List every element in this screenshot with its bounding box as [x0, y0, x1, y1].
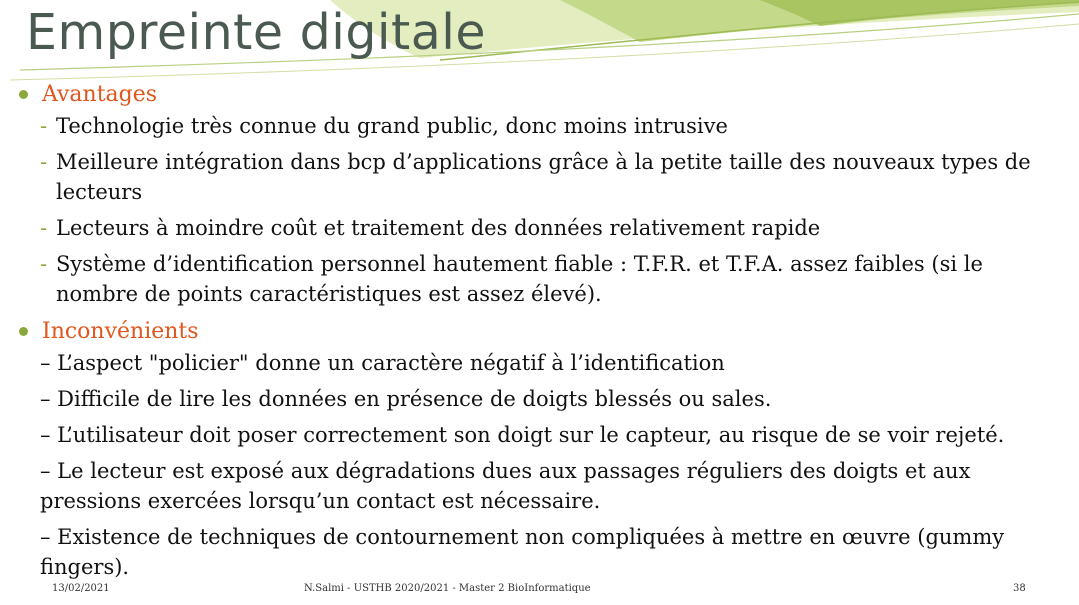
advantage-text: Meilleure intégration dans bcp d’applica… — [56, 150, 1031, 204]
dash-icon: - — [40, 150, 48, 174]
list-item: - Meilleure intégration dans bcp d’appli… — [18, 147, 1068, 207]
advantages-heading: Avantages — [18, 78, 1068, 111]
slide-footer: 13/02/2021 N.Salmi - USTHB 2020/2021 - M… — [0, 583, 1079, 599]
list-item: – Existence de techniques de contourneme… — [40, 525, 1005, 579]
dash-icon: - — [40, 216, 48, 240]
page-number: 38 — [1013, 583, 1026, 594]
inconvenients-label: Inconvénients — [42, 319, 199, 344]
dash-icon: - — [40, 114, 48, 138]
bullet-icon — [19, 327, 28, 336]
bullet-icon — [19, 90, 28, 99]
list-item: - Système d’identification personnel hau… — [18, 249, 1068, 309]
slide: Empreinte digitale Avantages - Technolog… — [0, 0, 1079, 605]
dash-icon: - — [40, 252, 48, 276]
advantage-text: Système d’identification personnel haute… — [56, 252, 983, 306]
list-item: – Difficile de lire les données en prése… — [40, 387, 772, 411]
footer-course: N.Salmi - USTHB 2020/2021 - Master 2 Bio… — [304, 583, 591, 594]
advantage-text: Technologie très connue du grand public,… — [56, 114, 728, 138]
inconvenients-heading: Inconvénients — [18, 315, 1068, 348]
list-item: – Le lecteur est exposé aux dégradations… — [40, 459, 971, 513]
list-item: - Lecteurs à moindre coût et traitement … — [18, 213, 1068, 243]
footer-date: 13/02/2021 — [52, 583, 110, 594]
slide-content: Avantages - Technologie très connue du g… — [18, 78, 1068, 588]
advantage-text: Lecteurs à moindre coût et traitement de… — [56, 216, 821, 240]
list-item: - Technologie très connue du grand publi… — [18, 111, 1068, 141]
list-item: – L’aspect "policier" donne un caractère… — [40, 351, 725, 375]
list-item: – L’utilisateur doit poser correctement … — [40, 423, 1005, 447]
advantages-label: Avantages — [42, 82, 158, 107]
slide-title: Empreinte digitale — [26, 4, 487, 61]
